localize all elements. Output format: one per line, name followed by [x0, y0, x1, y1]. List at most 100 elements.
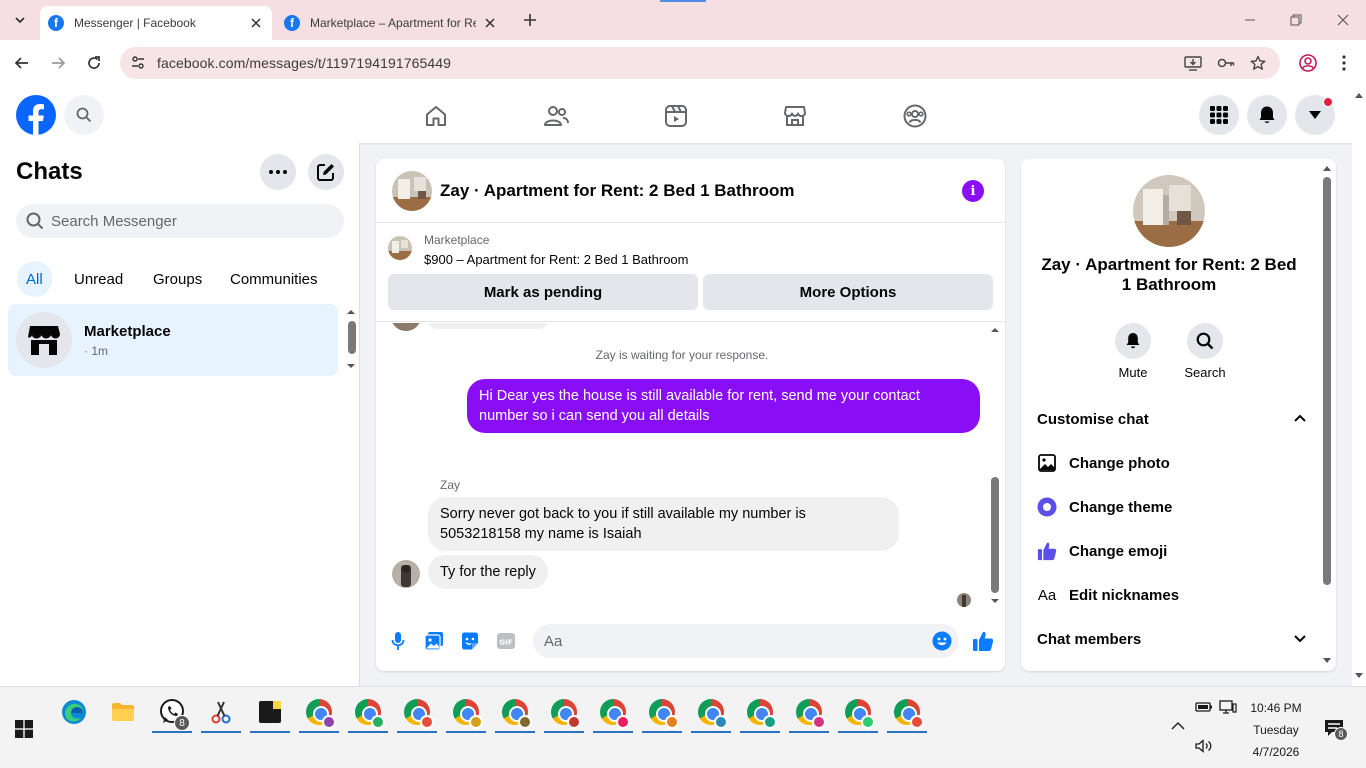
message-input-field[interactable]	[533, 624, 959, 658]
groups-icon[interactable]	[901, 102, 929, 130]
info-icon[interactable]: i	[962, 180, 984, 202]
close-window-button[interactable]	[1331, 8, 1355, 32]
chrome-profile-1-taskbar-icon[interactable]	[299, 691, 339, 733]
search-action[interactable]: Search	[1175, 323, 1235, 380]
emoji-icon[interactable]	[932, 631, 952, 651]
close-tab-icon[interactable]	[248, 15, 264, 31]
notification-center-button[interactable]: 8	[1324, 719, 1348, 741]
password-key-icon[interactable]	[1216, 53, 1236, 73]
filter-communities[interactable]: Communities	[221, 261, 327, 297]
video-icon[interactable]	[662, 102, 690, 130]
marketplace-icon[interactable]	[781, 102, 809, 130]
search-icon[interactable]	[1187, 323, 1223, 359]
windows-start-button[interactable]	[15, 720, 33, 738]
filter-groups[interactable]: Groups	[144, 261, 211, 297]
filter-unread[interactable]: Unread	[65, 261, 132, 297]
chats-scroll-thumb[interactable]	[348, 321, 356, 354]
chrome-profile-6-taskbar-icon[interactable]	[544, 691, 584, 733]
sticky-notes-taskbar-icon[interactable]	[250, 691, 290, 733]
chrome-profile-13-taskbar-icon[interactable]	[887, 691, 927, 733]
profile-avatar-icon[interactable]	[1296, 51, 1320, 75]
show-hidden-icons-button[interactable]	[1170, 720, 1186, 732]
gif-icon[interactable]: GIF	[496, 631, 516, 651]
battery-icon[interactable]	[1195, 701, 1213, 713]
chrome-profile-4-taskbar-icon[interactable]	[446, 691, 486, 733]
chrome-profile-11-taskbar-icon[interactable]	[789, 691, 829, 733]
browser-menu-icon[interactable]	[1332, 51, 1356, 75]
incoming-message[interactable]: Ty for the reply	[428, 555, 548, 589]
file-explorer-taskbar-icon[interactable]	[103, 691, 143, 733]
edge-taskbar-icon[interactable]	[54, 691, 94, 733]
info-scroll-thumb[interactable]	[1323, 177, 1331, 585]
chrome-profile-8-taskbar-icon[interactable]	[642, 691, 682, 733]
microphone-icon[interactable]	[388, 631, 408, 651]
more-options-button[interactable]: More Options	[703, 274, 993, 310]
info-panel-scrollbar[interactable]	[1320, 159, 1334, 671]
facebook-logo-icon[interactable]	[16, 95, 56, 135]
listing-thumbnail[interactable]	[388, 236, 412, 260]
outgoing-message[interactable]: Hi Dear yes the house is still available…	[467, 379, 980, 433]
change-emoji-option[interactable]: Change emoji	[1037, 531, 1307, 571]
messages-scrollbar[interactable]	[988, 323, 1002, 609]
install-app-icon[interactable]	[1183, 53, 1203, 73]
volume-icon[interactable]	[1195, 739, 1213, 753]
incoming-message[interactable]: Sorry never got back to you if still ava…	[428, 497, 899, 551]
chrome-profile-3-taskbar-icon[interactable]	[397, 691, 437, 733]
chrome-profile-9-taskbar-icon[interactable]	[691, 691, 731, 733]
sticker-icon[interactable]	[460, 631, 480, 651]
notifications-button[interactable]	[1247, 95, 1287, 135]
restore-button[interactable]	[1284, 8, 1308, 32]
sender-avatar[interactable]	[392, 560, 420, 588]
home-icon[interactable]	[422, 102, 450, 130]
address-bar[interactable]: facebook.com/messages/t/1197194191765449	[120, 47, 1280, 79]
snipping-tool-taskbar-icon[interactable]	[201, 691, 241, 733]
change-theme-option[interactable]: Change theme	[1037, 487, 1307, 527]
page-scrollbar[interactable]	[1352, 86, 1366, 686]
friends-icon[interactable]	[542, 102, 570, 130]
chrome-profile-10-taskbar-icon[interactable]	[740, 691, 780, 733]
tab-marketplace[interactable]: f Marketplace – Apartment for Re	[276, 6, 506, 40]
message-input[interactable]	[544, 624, 914, 658]
search-messenger-field[interactable]	[16, 204, 344, 238]
thumbs-up-send-icon[interactable]	[972, 630, 994, 652]
system-clock[interactable]: 10:46 PM Tuesday 4/7/2026	[1238, 697, 1314, 763]
attach-photo-icon[interactable]	[424, 631, 444, 651]
whatsapp-taskbar-icon[interactable]: 8	[152, 691, 192, 733]
chrome-profile-5-taskbar-icon[interactable]	[495, 691, 535, 733]
back-button[interactable]	[10, 51, 34, 75]
facebook-search-button[interactable]	[64, 95, 104, 135]
change-photo-option[interactable]: Change photo	[1037, 443, 1307, 483]
network-icon[interactable]	[1219, 700, 1237, 714]
chrome-profile-7-taskbar-icon[interactable]	[593, 691, 633, 733]
tab-messenger[interactable]: f Messenger | Facebook	[40, 6, 272, 40]
listing-title[interactable]: $900 – Apartment for Rent: 2 Bed 1 Bathr…	[424, 252, 689, 267]
edit-nicknames-option[interactable]: Aa Edit nicknames	[1037, 575, 1307, 615]
mark-as-pending-button[interactable]: Mark as pending	[388, 274, 698, 310]
account-button[interactable]	[1295, 95, 1335, 135]
new-message-button[interactable]	[308, 154, 344, 190]
listing-avatar[interactable]	[392, 171, 432, 211]
close-tab-icon[interactable]	[482, 15, 498, 31]
menu-button[interactable]	[1199, 95, 1239, 135]
conversation-title[interactable]: Zay · Apartment for Rent: 2 Bed 1 Bathro…	[440, 181, 795, 201]
messages-scroll-thumb[interactable]	[991, 477, 999, 593]
chat-profile-photo[interactable]	[1133, 175, 1205, 247]
chats-scrollbar[interactable]	[345, 306, 357, 372]
chat-members-section[interactable]: Chat members	[1037, 619, 1307, 659]
new-tab-button[interactable]	[520, 10, 540, 30]
search-messenger-input[interactable]	[51, 204, 331, 238]
url-text[interactable]: facebook.com/messages/t/1197194191765449	[157, 55, 451, 71]
tab-search-button[interactable]	[8, 8, 32, 32]
customise-chat-section[interactable]: Customise chat	[1037, 399, 1307, 439]
bookmark-star-icon[interactable]	[1248, 53, 1268, 73]
chrome-profile-2-taskbar-icon[interactable]	[348, 691, 388, 733]
site-info-icon[interactable]	[130, 55, 146, 71]
reload-button[interactable]	[82, 51, 106, 75]
filter-all[interactable]: All	[17, 261, 52, 297]
chats-options-button[interactable]	[260, 154, 296, 190]
bell-icon[interactable]	[1115, 323, 1151, 359]
forward-button[interactable]	[46, 51, 70, 75]
mute-action[interactable]: Mute	[1103, 323, 1163, 380]
minimize-button[interactable]	[1238, 8, 1262, 32]
chrome-profile-12-taskbar-icon[interactable]	[838, 691, 878, 733]
